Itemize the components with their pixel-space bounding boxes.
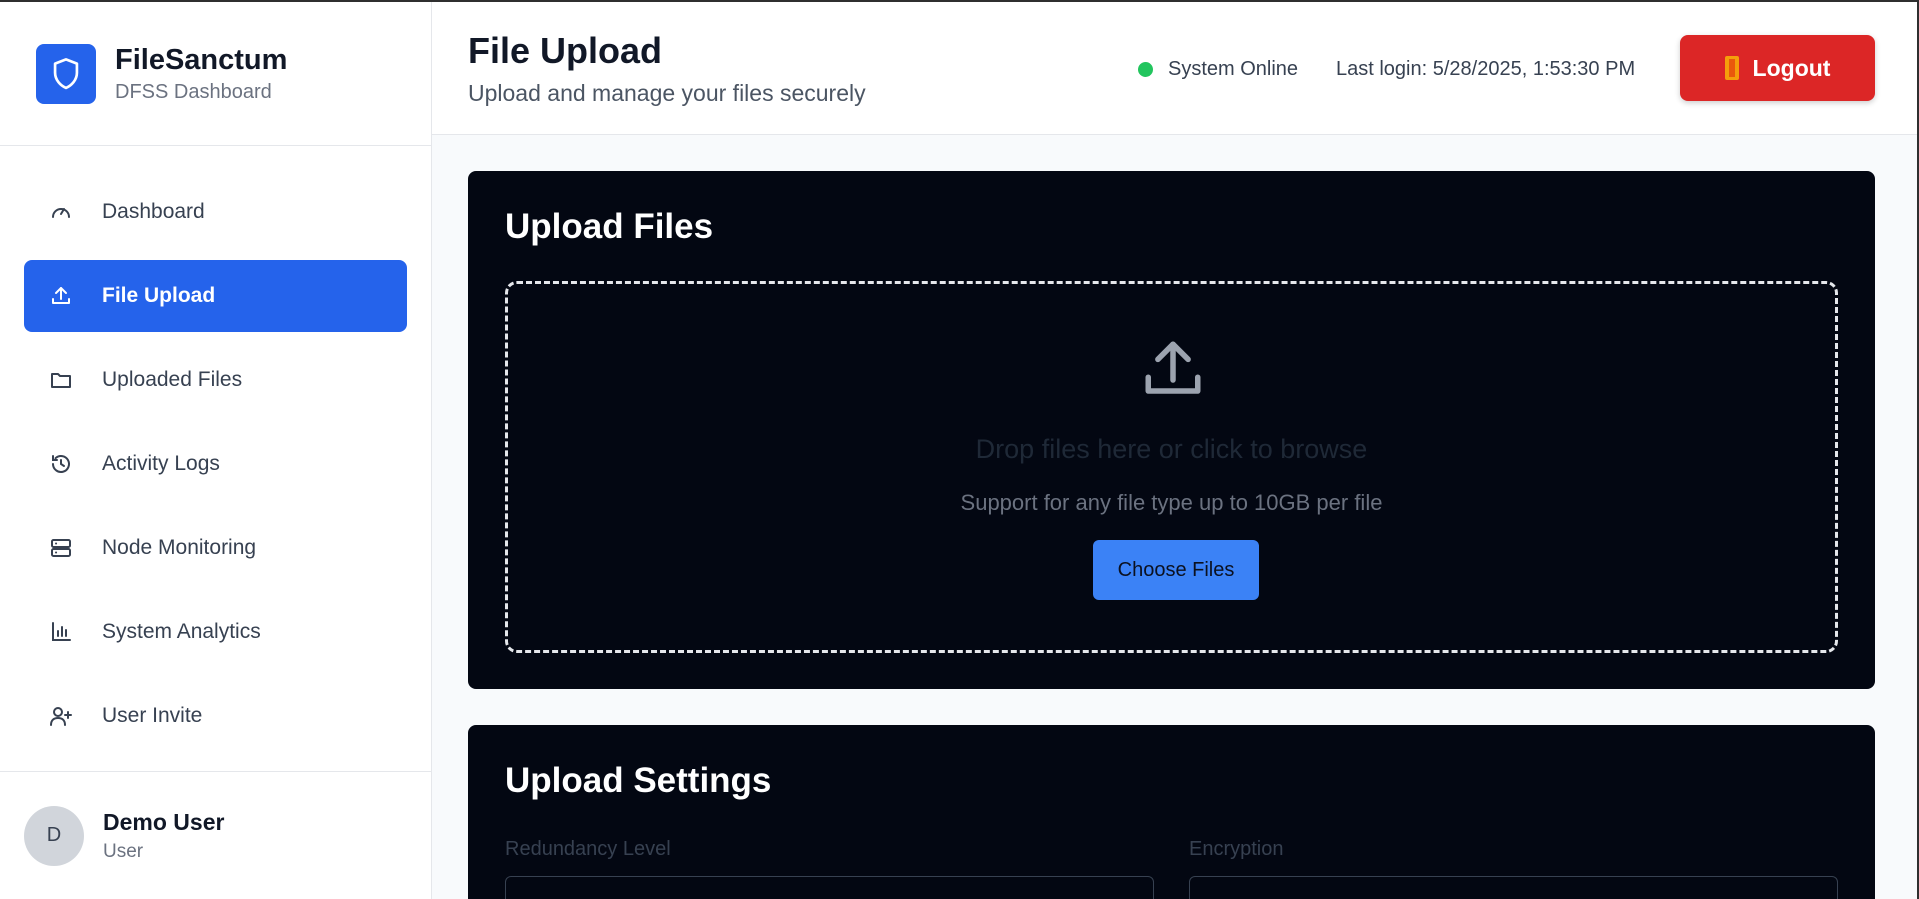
history-icon bbox=[48, 451, 74, 477]
sidebar-item-file-upload[interactable]: File Upload bbox=[24, 260, 407, 332]
sidebar-item-uploaded-files[interactable]: Uploaded Files bbox=[24, 344, 407, 416]
last-login: Last login: 5/28/2025, 1:53:30 PM bbox=[1336, 58, 1636, 80]
logout-button[interactable]: Logout bbox=[1680, 35, 1875, 101]
brand-subtitle: DFSS Dashboard bbox=[115, 80, 272, 103]
sidebar: FileSanctum DFSS Dashboard Dashboard Fil… bbox=[0, 2, 432, 899]
status-text: System Online bbox=[1168, 58, 1299, 80]
user-profile[interactable]: D Demo User User bbox=[0, 771, 431, 899]
server-icon bbox=[48, 535, 74, 561]
encryption-select[interactable] bbox=[1189, 876, 1838, 899]
user-role: User bbox=[103, 840, 144, 862]
redundancy-level-select[interactable] bbox=[505, 876, 1154, 899]
top-header: File Upload Upload and manage your files… bbox=[432, 2, 1917, 135]
sidebar-item-label: System Analytics bbox=[102, 620, 261, 643]
sidebar-item-label: Dashboard bbox=[102, 200, 205, 223]
sidebar-item-user-invite[interactable]: User Invite bbox=[24, 680, 407, 752]
upload-icon bbox=[1140, 336, 1206, 407]
brand: FileSanctum DFSS Dashboard bbox=[0, 2, 431, 146]
status-dot-icon bbox=[1138, 62, 1153, 77]
sidebar-item-node-monitoring[interactable]: Node Monitoring bbox=[24, 512, 407, 584]
sidebar-item-label: File Upload bbox=[102, 284, 216, 307]
redundancy-level-label: Redundancy Level bbox=[505, 838, 671, 860]
sidebar-item-label: Uploaded Files bbox=[102, 368, 243, 391]
avatar: D bbox=[24, 805, 84, 866]
gauge-icon bbox=[48, 199, 74, 225]
upload-files-title: Upload Files bbox=[505, 207, 714, 246]
upload-settings-title: Upload Settings bbox=[505, 761, 772, 800]
system-status: System Online bbox=[1138, 58, 1298, 81]
sidebar-nav: Dashboard File Upload Uploaded Files Act… bbox=[0, 146, 431, 752]
brand-name: FileSanctum bbox=[115, 43, 288, 76]
sidebar-item-system-analytics[interactable]: System Analytics bbox=[24, 596, 407, 668]
user-plus-icon bbox=[48, 703, 74, 729]
shield-logo-icon bbox=[36, 43, 96, 104]
upload-settings-card: Upload Settings Redundancy Level Encrypt… bbox=[468, 725, 1875, 899]
upload-icon bbox=[48, 283, 74, 309]
sidebar-item-label: User Invite bbox=[102, 704, 203, 727]
support-text: Support for any file type up to 10GB per… bbox=[960, 490, 1383, 515]
encryption-label: Encryption bbox=[1189, 838, 1284, 860]
folder-icon bbox=[48, 367, 74, 393]
door-icon bbox=[1724, 56, 1739, 80]
logout-label: Logout bbox=[1752, 54, 1831, 81]
sidebar-item-label: Node Monitoring bbox=[102, 536, 257, 559]
bar-chart-icon bbox=[48, 619, 74, 645]
sidebar-item-dashboard[interactable]: Dashboard bbox=[24, 176, 407, 248]
page-subtitle: Upload and manage your files securely bbox=[468, 80, 866, 106]
upload-files-card: Upload Files Drop files here or click to… bbox=[468, 171, 1875, 689]
page-title: File Upload bbox=[468, 30, 663, 71]
file-dropzone[interactable]: Drop files here or click to browse Suppo… bbox=[505, 281, 1838, 653]
sidebar-item-label: Activity Logs bbox=[102, 452, 220, 475]
user-name: Demo User bbox=[103, 808, 225, 835]
drop-instructions: Drop files here or click to browse bbox=[975, 434, 1368, 464]
choose-files-button[interactable]: Choose Files bbox=[1093, 540, 1259, 600]
sidebar-item-activity-logs[interactable]: Activity Logs bbox=[24, 428, 407, 500]
